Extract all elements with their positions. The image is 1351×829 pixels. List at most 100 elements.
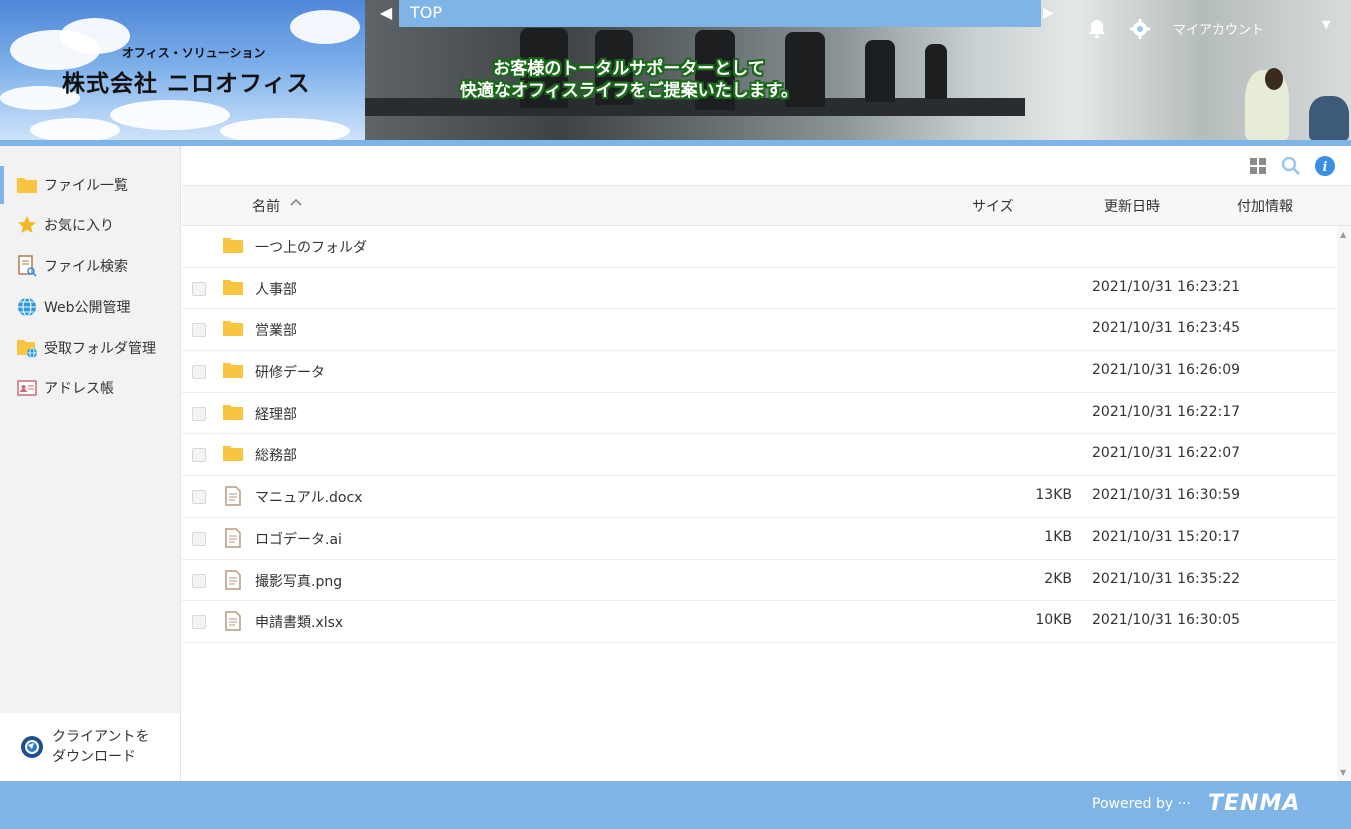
app-header: オフィス・ソリューション 株式会社 ニロオフィス お客様のトータルサポーターとし…: [0, 0, 1351, 146]
scrollbar[interactable]: ▲ ▼: [1337, 226, 1351, 781]
table-row[interactable]: 申請書類.xlsx 10KB 2021/10/31 16:30:05: [182, 601, 1336, 643]
row-checkbox[interactable]: [192, 323, 206, 338]
table-row[interactable]: 撮影写真.png 2KB 2021/10/31 16:35:22: [182, 560, 1336, 602]
folder-icon: [222, 278, 244, 298]
svg-text:i: i: [1323, 160, 1328, 175]
file-icon: [224, 611, 246, 631]
parent-folder-row[interactable]: 一つ上のフォルダ: [182, 226, 1336, 268]
globe-icon: [16, 296, 38, 318]
powered-by-text: Powered by ···: [1092, 796, 1191, 812]
row-updated: 2021/10/31 16:30:05: [1092, 612, 1241, 629]
row-updated: 2021/10/31 15:20:17: [1092, 528, 1241, 545]
logo-company-name: 株式会社 ニロオフィス: [62, 70, 311, 97]
table-row[interactable]: 経理部 2021/10/31 16:22:17: [182, 393, 1336, 435]
row-checkbox[interactable]: [192, 531, 206, 546]
sidebar-item-favorites[interactable]: お気に入り: [0, 206, 180, 244]
address-book-icon: [16, 377, 38, 399]
sidebar-item-label: Web公開管理: [44, 300, 131, 316]
sort-ascending-icon[interactable]: [290, 195, 302, 211]
folder-icon: [222, 403, 244, 423]
file-icon: [224, 569, 246, 590]
star-icon: [16, 214, 38, 236]
file-list: 一つ上のフォルダ 人事部 2021/10/31 16:23:21 営業部 2021/1…: [182, 226, 1336, 643]
nav-back-arrow[interactable]: ◀: [376, 2, 396, 24]
download-label-line1: クライアントを: [52, 729, 150, 745]
banner-tagline: お客様のトータルサポーターとして 快適なオフィスライフをご提案いたします。: [460, 59, 798, 101]
receive-folder-icon: [16, 337, 38, 359]
logo-subtitle: オフィス・ソリューション: [122, 46, 266, 60]
folder-icon: [222, 361, 244, 381]
row-name[interactable]: マニュアル.docx: [255, 487, 362, 507]
row-checkbox[interactable]: [192, 406, 206, 421]
row-size: 10KB: [1035, 612, 1072, 629]
row-size: 2KB: [1044, 570, 1072, 587]
file-icon: [224, 528, 246, 548]
main-toolbar: i: [182, 146, 1351, 186]
parent-folder-label: 一つ上のフォルダ: [255, 240, 367, 256]
folder-icon: [222, 236, 244, 256]
sidebar-item-web-publish[interactable]: Web公開管理: [0, 288, 180, 326]
search-icon[interactable]: [1281, 156, 1301, 176]
info-icon[interactable]: i: [1315, 156, 1335, 176]
table-row[interactable]: 研修データ 2021/10/31 16:26:09: [182, 351, 1336, 393]
row-name[interactable]: 人事部: [255, 279, 297, 299]
row-name[interactable]: 撮影写真.png: [255, 571, 342, 591]
row-checkbox[interactable]: [192, 365, 206, 380]
sidebar-item-label: ファイル一覧: [44, 178, 128, 194]
sidebar-item-receive-folder[interactable]: 受取フォルダ管理: [0, 329, 180, 367]
row-updated: 2021/10/31 16:35:22: [1092, 570, 1241, 587]
row-updated: 2021/10/31 16:22:07: [1092, 445, 1241, 462]
sidebar-item-label: ファイル検索: [44, 259, 128, 275]
row-checkbox[interactable]: [192, 281, 206, 296]
row-name[interactable]: 申請書類.xlsx: [255, 612, 343, 632]
row-checkbox[interactable]: [192, 615, 206, 630]
tenma-logo: TENMA: [1208, 791, 1301, 816]
column-size[interactable]: サイズ: [972, 196, 1014, 216]
breadcrumb[interactable]: TOP: [399, 0, 1041, 27]
file-table-header: 名前 サイズ 更新日時 付加情報: [182, 186, 1351, 226]
chevron-down-icon[interactable]: ▼: [1322, 18, 1330, 31]
column-info[interactable]: 付加情報: [1237, 196, 1293, 216]
row-updated: 2021/10/31 16:26:09: [1092, 362, 1241, 379]
company-logo[interactable]: オフィス・ソリューション 株式会社 ニロオフィス: [0, 0, 365, 140]
table-row[interactable]: 人事部 2021/10/31 16:23:21: [182, 268, 1336, 310]
download-client-icon: [20, 735, 44, 759]
my-account-menu[interactable]: マイアカウント: [1173, 19, 1264, 38]
column-updated[interactable]: 更新日時: [1104, 196, 1160, 216]
row-updated: 2021/10/31 16:30:59: [1092, 487, 1241, 504]
table-row[interactable]: 総務部 2021/10/31 16:22:07: [182, 434, 1336, 477]
row-updated: 2021/10/31 16:22:17: [1092, 403, 1241, 420]
row-name[interactable]: 研修データ: [255, 362, 325, 382]
row-name[interactable]: 営業部: [255, 320, 297, 340]
sidebar-item-label: お気に入り: [44, 218, 114, 234]
row-updated: 2021/10/31 16:23:45: [1092, 320, 1241, 337]
nav-forward-arrow[interactable]: ▶: [1043, 2, 1059, 24]
file-search-icon: [16, 255, 38, 277]
table-row[interactable]: ロゴデータ.ai 1KB 2021/10/31 15:20:17: [182, 518, 1336, 560]
row-size: 1KB: [1044, 528, 1072, 545]
row-size: 13KB: [1035, 487, 1072, 504]
sidebar-item-file-list[interactable]: ファイル一覧: [0, 166, 180, 204]
sidebar-item-file-search[interactable]: ファイル検索: [0, 247, 180, 285]
table-row[interactable]: マニュアル.docx 13KB 2021/10/31 16:30:59: [182, 476, 1336, 518]
folder-icon: [16, 174, 38, 196]
sidebar-item-label: 受取フォルダ管理: [44, 341, 156, 357]
folder-icon: [222, 444, 244, 464]
row-name[interactable]: 総務部: [255, 445, 297, 465]
table-row[interactable]: 営業部 2021/10/31 16:23:45: [182, 309, 1336, 352]
row-name[interactable]: 経理部: [255, 404, 297, 424]
grid-view-icon[interactable]: [1248, 156, 1268, 176]
column-name[interactable]: 名前: [252, 196, 280, 216]
row-checkbox[interactable]: [192, 573, 206, 588]
app-footer: Powered by ··· TENMA: [0, 781, 1351, 829]
sidebar-item-label: アドレス帳: [44, 381, 114, 397]
gear-icon[interactable]: [1128, 17, 1152, 41]
sidebar-item-address-book[interactable]: アドレス帳: [0, 369, 180, 407]
row-checkbox[interactable]: [192, 448, 206, 463]
row-name[interactable]: ロゴデータ.ai: [255, 529, 342, 549]
download-client-button[interactable]: クライアントを ダウンロード: [0, 713, 181, 781]
row-checkbox[interactable]: [192, 490, 206, 505]
sidebar: ファイル一覧 お気に入り ファイル検索 Web公開管理 受取フォルダ管理 アドレ…: [0, 146, 181, 781]
bell-icon[interactable]: [1085, 17, 1109, 41]
folder-icon: [222, 319, 244, 339]
